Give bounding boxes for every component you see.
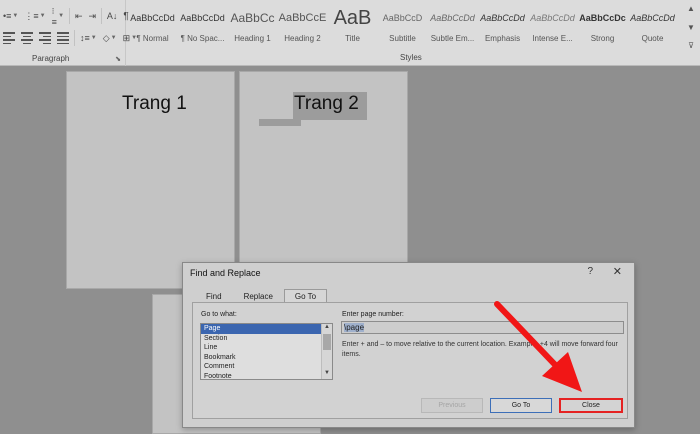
- text-highlight-fragment: [259, 119, 301, 126]
- style-sample: AaBbCc: [230, 11, 275, 25]
- style-tile[interactable]: AaBbCcDc Strong: [578, 4, 628, 50]
- style-sample: AaBbCcE: [278, 12, 327, 24]
- increase-indent-icon[interactable]: ⇥: [86, 7, 100, 25]
- list-scrollbar[interactable]: ▲ ▼: [321, 324, 332, 379]
- style-tile[interactable]: AaBbCcE Heading 2: [278, 4, 328, 50]
- tab-replace[interactable]: Replace: [233, 289, 284, 303]
- go-to-list-item[interactable]: Footnote: [201, 372, 321, 380]
- page-number-value: \page: [344, 323, 365, 332]
- go-to-list-item[interactable]: Page: [201, 324, 321, 334]
- style-tile[interactable]: AaBbCcD Subtitle: [378, 4, 428, 50]
- align-center-icon[interactable]: [18, 29, 36, 47]
- align-right-icon[interactable]: [36, 29, 54, 47]
- go-to-button[interactable]: Go To: [490, 398, 552, 413]
- justify-icon[interactable]: [54, 29, 72, 47]
- separator: [74, 30, 75, 46]
- style-sample: AaBbCcDd: [630, 13, 675, 23]
- page-2-heading: Trang 2: [294, 93, 359, 114]
- more-styles-icon[interactable]: ⊽: [688, 41, 694, 50]
- tab-find[interactable]: Find: [195, 289, 233, 303]
- go-to-hint-text: Enter + and – to move relative to the cu…: [342, 341, 618, 358]
- paragraph-group: •≡ ▼ ⋮≡ ▼ ⁝≡ ▼ ⇤ ⇥ A↓ ¶ ↕≡ ▼ ◇ ▼ ⊞ ▼ Paragraph…: [0, 0, 137, 66]
- style-sample: AaBbCcDd: [180, 13, 225, 23]
- style-sample: AaBbCcDd: [430, 13, 475, 23]
- bullets-icon[interactable]: •≡ ▼: [0, 7, 21, 25]
- scroll-down-icon[interactable]: ▼: [322, 370, 332, 379]
- separator: [69, 8, 70, 24]
- style-sample: AaB: [333, 6, 372, 29]
- style-name: Subtitle: [389, 34, 416, 43]
- style-name: Title: [345, 34, 360, 43]
- go-to-what-list[interactable]: Page Section Line Bookmark Comment Footnote ▲…: [200, 323, 333, 380]
- line-spacing-icon[interactable]: ↕≡ ▼: [77, 29, 100, 47]
- style-name: ¶ Normal: [136, 34, 169, 43]
- go-to-what-label: Go to what:: [201, 311, 237, 318]
- ribbon: •≡ ▼ ⋮≡ ▼ ⁝≡ ▼ ⇤ ⇥ A↓ ¶ ↕≡ ▼ ◇ ▼ ⊞ ▼ Paragraph…: [0, 0, 700, 66]
- paragraph-row-1: •≡ ▼ ⋮≡ ▼ ⁝≡ ▼ ⇤ ⇥ A↓ ¶: [0, 6, 132, 27]
- style-sample: AaBbCcDd: [530, 13, 575, 23]
- style-name: Emphasis: [484, 34, 521, 43]
- go-to-list-item[interactable]: Line: [201, 343, 321, 353]
- styles-group-label: Styles: [400, 53, 422, 62]
- dialog-title: Find and Replace: [190, 268, 261, 278]
- scroll-thumb[interactable]: [323, 334, 331, 350]
- style-tile[interactable]: AaBbCcDd ¶ No Spac...: [178, 4, 228, 50]
- style-tile[interactable]: AaBbCcDd Subtle Em...: [428, 4, 478, 50]
- close-icon[interactable]: ✕: [613, 265, 622, 278]
- style-name: ¶ No Spac...: [180, 34, 225, 43]
- style-name: Subtle Em...: [430, 34, 475, 43]
- go-to-list-item[interactable]: Section: [201, 334, 321, 344]
- scroll-up-icon[interactable]: ▲: [322, 324, 332, 333]
- styles-gallery: AaBbCcDd ¶ Normal AaBbCcDd ¶ No Spac... AaBb…: [128, 4, 680, 50]
- numbering-icon[interactable]: ⋮≡ ▼: [21, 7, 48, 25]
- go-to-list-item[interactable]: Bookmark: [201, 353, 321, 363]
- dialog-tabs: Find Replace Go To: [195, 289, 328, 304]
- decrease-indent-icon[interactable]: ⇤: [72, 7, 86, 25]
- multilevel-list-icon[interactable]: ⁝≡ ▼: [49, 6, 68, 27]
- style-tile[interactable]: AaBbCcDd Quote: [628, 4, 678, 50]
- find-and-replace-dialog: Find and Replace ? ✕ Find Replace Go To …: [182, 262, 635, 428]
- style-tile[interactable]: AaB Title: [328, 4, 378, 50]
- scroll-down-icon[interactable]: ▼: [687, 23, 695, 32]
- document-page-2: Trang 2: [239, 71, 408, 289]
- go-to-list-item[interactable]: Comment: [201, 362, 321, 372]
- style-name: Strong: [590, 34, 615, 43]
- sort-icon[interactable]: A↓: [104, 7, 121, 25]
- style-sample: AaBbCcDd: [130, 13, 175, 23]
- style-tile[interactable]: AaBbCc Heading 1: [228, 4, 278, 50]
- style-sample: AaBbCcDc: [579, 13, 626, 23]
- style-sample: AaBbCcD: [382, 13, 423, 23]
- style-name: Quote: [641, 34, 664, 43]
- shading-icon[interactable]: ◇ ▼: [100, 29, 120, 47]
- style-sample: AaBbCcDd: [480, 13, 525, 23]
- page-1-heading: Trang 1: [122, 93, 187, 114]
- style-name: Heading 2: [284, 34, 321, 43]
- style-tile[interactable]: AaBbCcDd Intense E...: [528, 4, 578, 50]
- help-icon[interactable]: ?: [587, 266, 593, 277]
- paragraph-group-label: Paragraph: [32, 54, 70, 63]
- dialog-launcher-icon[interactable]: ⬊: [115, 55, 121, 63]
- go-to-panel: Go to what: Page Section Line Bookmark Comme…: [192, 302, 628, 419]
- page-number-input[interactable]: \page: [341, 321, 624, 334]
- close-button[interactable]: Close: [559, 398, 623, 413]
- style-name: Heading 1: [234, 34, 271, 43]
- previous-button[interactable]: Previous: [421, 398, 483, 413]
- styles-scroll: ▲ ▼ ⊽: [684, 4, 698, 50]
- style-name: Intense E...: [532, 34, 573, 43]
- paragraph-row-2: ↕≡ ▼ ◇ ▼ ⊞ ▼: [0, 28, 140, 48]
- document-page-1: Trang 1: [66, 71, 235, 289]
- align-left-icon[interactable]: [0, 29, 18, 47]
- separator: [101, 8, 102, 24]
- scroll-up-icon[interactable]: ▲: [687, 4, 695, 13]
- page-number-label: Enter page number:: [342, 311, 404, 318]
- style-tile[interactable]: AaBbCcDd Emphasis: [478, 4, 528, 50]
- style-tile[interactable]: AaBbCcDd ¶ Normal: [128, 4, 178, 50]
